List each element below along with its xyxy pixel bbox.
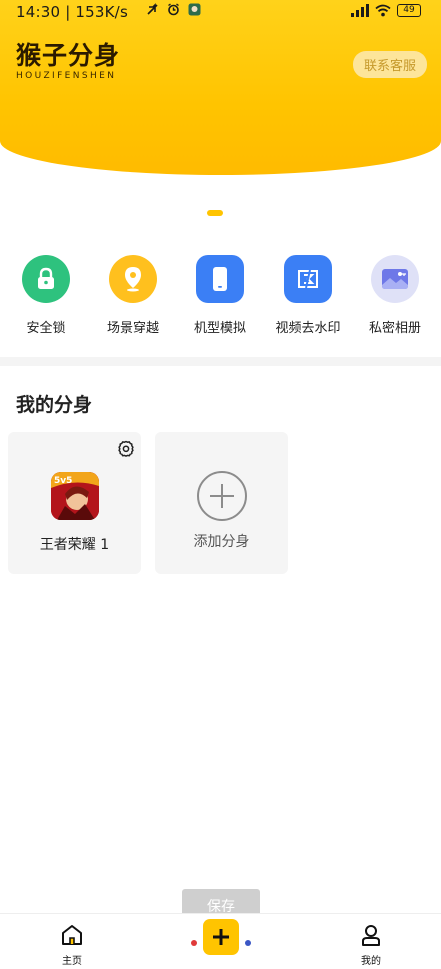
user-icon (362, 925, 380, 946)
feature-label: 私密相册 (368, 321, 421, 336)
app-notification-icon (188, 3, 201, 16)
feature-label: 场景穿越 (106, 321, 159, 336)
feature-label: 安全锁 (26, 321, 66, 336)
svg-text:5v5: 5v5 (54, 476, 72, 486)
add-clone-label: 添加分身 (193, 534, 250, 550)
status-right: 49 (351, 4, 421, 17)
wifi-icon (375, 4, 391, 17)
my-clones-title: 我的分身 (16, 394, 93, 416)
notification-icons (146, 3, 201, 19)
battery-icon: 49 (397, 4, 421, 17)
feature-security-lock[interactable]: 安全锁 (3, 255, 89, 336)
clone-app-name: 王者荣耀 1 (39, 537, 110, 553)
alarm-icon (168, 3, 180, 16)
signal-icon (351, 4, 369, 17)
feature-label: 机型模拟 (193, 321, 246, 336)
tab-mine[interactable]: 我的 (341, 924, 401, 967)
section-divider (0, 357, 441, 366)
brand-logo: 猴子分身 HOUZIFENSHEN (16, 41, 121, 82)
feature-device-simulation[interactable]: 机型模拟 (177, 255, 263, 336)
plus-icon (213, 929, 229, 945)
bottom-tab-bar: 主页 我的 (0, 913, 441, 969)
feature-private-album[interactable]: 私密相册 (352, 255, 438, 336)
status-time: 14:30 | 153K/s (16, 3, 128, 21)
feature-remove-watermark[interactable]: 视频去水印 (265, 255, 351, 336)
brand-title: 猴子分身 (16, 41, 121, 70)
honor-of-kings-app-icon: 5v5 (51, 472, 99, 520)
tab-mine-label: 我的 (361, 956, 381, 967)
dot-decoration (245, 940, 251, 946)
dot-decoration (191, 940, 197, 946)
header-banner: 14:30 | 153K/s 49 猴子分身 HOUZIFENSHEN 联系客服 (0, 0, 441, 175)
brand-subtitle: HOUZIFENSHEN (16, 71, 117, 81)
lock-icon (22, 255, 70, 303)
phone-icon (196, 255, 244, 303)
add-clone-card[interactable]: 添加分身 (155, 432, 288, 574)
status-bar: 14:30 | 153K/s 49 (0, 0, 441, 26)
album-icon (371, 255, 419, 303)
tab-home[interactable]: 主页 (42, 924, 102, 967)
mute-icon (147, 3, 158, 15)
clone-card[interactable]: 5v5 王者荣耀 1 (8, 432, 141, 574)
add-icon (197, 471, 247, 521)
add-clone-button[interactable] (203, 919, 239, 955)
location-pin-icon (109, 255, 157, 303)
banner-page-indicator (207, 210, 223, 216)
tab-home-label: 主页 (62, 956, 82, 967)
gear-icon[interactable] (117, 440, 135, 458)
feature-scene-travel[interactable]: 场景穿越 (90, 255, 176, 336)
feature-label: 视频去水印 (275, 321, 341, 336)
feature-row: 安全锁 场景穿越 机型模拟 视频去水印 私密相册 (0, 255, 441, 345)
contact-service-button[interactable]: 联系客服 (352, 51, 427, 78)
home-icon (62, 925, 82, 945)
watermark-icon (284, 255, 332, 303)
